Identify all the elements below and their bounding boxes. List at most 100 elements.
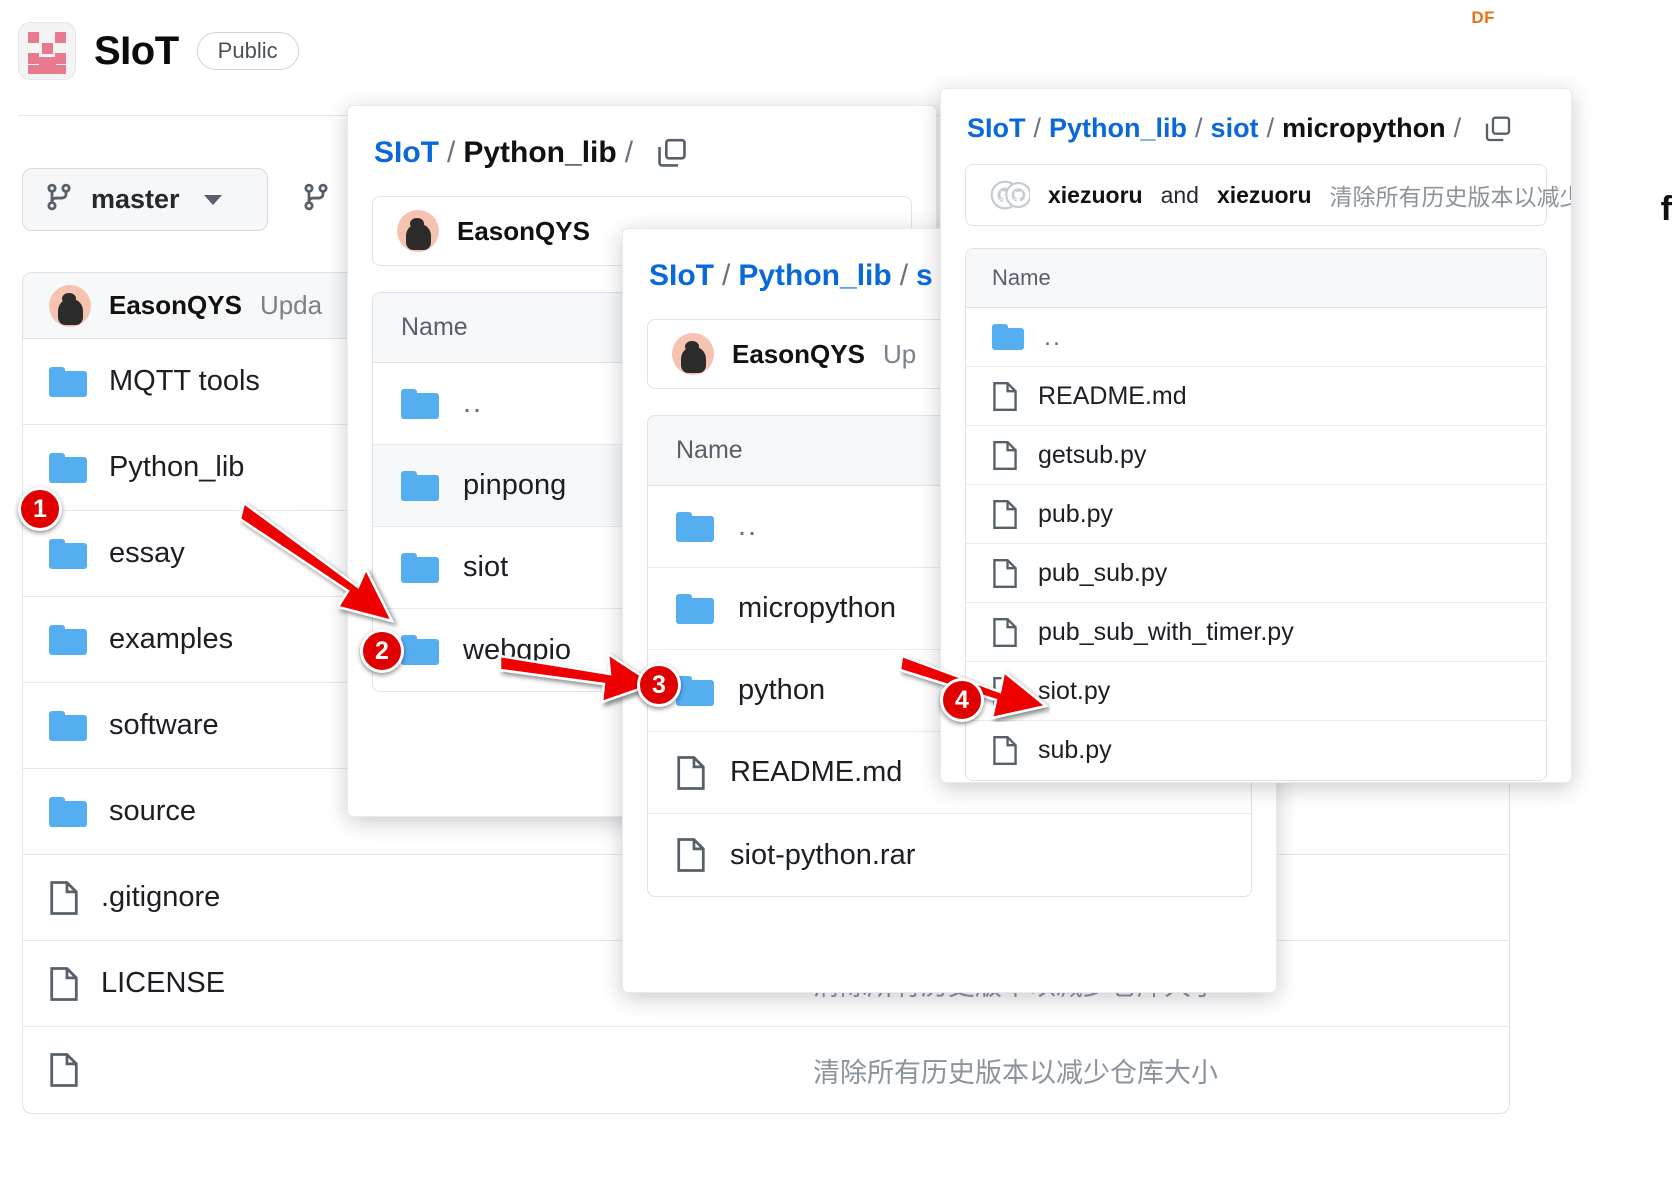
file-icon <box>49 966 79 1002</box>
repo-header: SIoT Public <box>18 22 299 80</box>
file-name[interactable]: siot.py <box>1038 677 1110 706</box>
avatar <box>672 333 714 375</box>
folder-icon <box>676 593 714 624</box>
file-name[interactable]: README.md <box>1038 382 1187 411</box>
breadcrumb-item[interactable]: SIoT <box>967 113 1026 144</box>
commit-author-secondary[interactable]: xiezuoru <box>1217 182 1312 209</box>
folder-icon <box>401 552 439 583</box>
file-name[interactable]: software <box>109 709 219 742</box>
folder-icon <box>49 710 87 741</box>
folder-icon <box>401 635 439 665</box>
step-badge-3: 3 <box>637 663 681 707</box>
step-badge-2: 2 <box>360 629 404 673</box>
breadcrumb-item[interactable]: s <box>916 259 933 293</box>
file-name[interactable]: siot <box>463 551 508 584</box>
breadcrumb-item[interactable]: SIoT <box>374 136 439 170</box>
commit-message[interactable]: 清除所有历史版本以减少仓库大小 <box>1330 178 1571 212</box>
commit-message[interactable]: Up <box>883 339 916 370</box>
github-dual-avatar-icon <box>990 180 1032 210</box>
folder-icon <box>676 511 714 542</box>
folder-icon <box>49 538 87 569</box>
breadcrumb-separator: / <box>1266 113 1275 143</box>
file-name[interactable]: getsub.py <box>1038 441 1146 470</box>
table-row[interactable]: siot-python.rar <box>648 814 1251 896</box>
breadcrumb-separator: / <box>1033 113 1042 143</box>
folder-icon <box>49 624 87 655</box>
chevron-down-icon <box>203 194 222 205</box>
file-name[interactable]: .gitignore <box>101 881 220 914</box>
table-row[interactable]: siot.py <box>966 662 1546 721</box>
file-table: Name .. README.md getsub.py pub.py pub_s… <box>965 248 1547 781</box>
file-name[interactable]: essay <box>109 537 185 570</box>
file-name[interactable]: pub.py <box>1038 500 1113 529</box>
breadcrumb-separator: / <box>624 136 634 169</box>
table-row[interactable]: 清除所有历史版本以减少仓库大小 <box>23 1027 1509 1113</box>
folder-icon <box>676 675 714 706</box>
file-name[interactable]: MQTT tools <box>109 365 260 398</box>
siot-pixel-logo-icon <box>18 22 76 80</box>
breadcrumb-item: micropython <box>1282 113 1446 143</box>
breadcrumb-item[interactable]: Python_lib <box>1049 113 1187 144</box>
page-title: SIoT <box>94 29 179 73</box>
breadcrumb-item[interactable]: Python_lib <box>738 259 891 293</box>
breadcrumb-item[interactable]: siot <box>1211 113 1259 144</box>
file-name[interactable]: webgpio <box>463 634 571 667</box>
commit-author[interactable]: EasonQYS <box>732 339 865 370</box>
breadcrumb-item: Python_lib <box>463 136 617 169</box>
branch-toolbar: master <box>22 168 330 231</box>
table-row[interactable]: pub_sub_with_timer.py <box>966 603 1546 662</box>
file-name[interactable]: siot-python.rar <box>730 839 915 872</box>
file-name[interactable]: .. <box>738 510 758 543</box>
table-row[interactable]: README.md <box>966 367 1546 426</box>
latest-commit-bar: xiezuoru and xiezuoru 清除所有历史版本以减少仓库大小 <box>965 164 1571 226</box>
copy-path-icon[interactable] <box>655 136 689 170</box>
file-icon <box>992 440 1018 471</box>
file-name[interactable]: examples <box>109 623 233 656</box>
table-row[interactable]: .. <box>966 308 1546 367</box>
file-icon <box>676 837 706 873</box>
file-name[interactable]: pub_sub_with_timer.py <box>1038 618 1294 647</box>
folder-icon <box>992 324 1024 350</box>
file-icon <box>992 676 1018 707</box>
file-name[interactable]: README.md <box>730 756 902 789</box>
file-name[interactable]: source <box>109 795 196 828</box>
clipped-edge-text: f <box>1660 190 1672 228</box>
branch-selector-button[interactable]: master <box>22 168 268 231</box>
table-row[interactable]: sub.py <box>966 721 1546 780</box>
branches-count-icon[interactable] <box>302 182 330 217</box>
avatar <box>397 210 439 252</box>
file-name[interactable]: pub_sub.py <box>1038 559 1167 588</box>
file-name[interactable]: .. <box>1044 323 1062 352</box>
commit-author-conjunction: and <box>1160 181 1199 208</box>
commit-author-primary[interactable]: xiezuoru <box>1048 182 1143 209</box>
folder-icon <box>49 796 87 827</box>
breadcrumb: SIoT / Python_lib / siot / micropython / <box>941 89 1571 144</box>
table-row[interactable]: pub_sub.py <box>966 544 1546 603</box>
step-badge-1: 1 <box>18 487 62 531</box>
table-row[interactable]: pub.py <box>966 485 1546 544</box>
commit-message[interactable]: 清除所有历史版本以减少仓库大小 <box>813 1051 1218 1090</box>
commit-author[interactable]: EasonQYS <box>457 216 590 247</box>
copy-path-icon[interactable] <box>1483 114 1513 144</box>
breadcrumb-item[interactable]: SIoT <box>649 259 714 293</box>
panel-micropython: SIoT / Python_lib / siot / micropython /… <box>940 88 1572 783</box>
file-icon <box>992 558 1018 589</box>
column-header-name: Name <box>966 249 1546 308</box>
file-name[interactable]: pinpong <box>463 469 566 502</box>
file-name[interactable]: LICENSE <box>101 967 225 1000</box>
file-name[interactable]: .. <box>463 387 483 420</box>
breadcrumb-separator: / <box>899 259 909 292</box>
breadcrumb-separator: / <box>722 259 731 292</box>
git-branch-icon <box>45 182 73 217</box>
commit-message[interactable]: Upda <box>260 290 322 321</box>
file-name[interactable]: micropython <box>738 592 896 625</box>
avatar <box>49 284 91 327</box>
file-name[interactable]: python <box>738 674 825 707</box>
file-name[interactable]: Python_lib <box>109 451 244 484</box>
file-icon <box>49 1052 79 1088</box>
visibility-badge: Public <box>196 31 299 71</box>
commit-author[interactable]: EasonQYS <box>109 290 242 321</box>
file-icon <box>49 880 79 916</box>
table-row[interactable]: getsub.py <box>966 426 1546 485</box>
file-name[interactable]: sub.py <box>1038 736 1112 765</box>
